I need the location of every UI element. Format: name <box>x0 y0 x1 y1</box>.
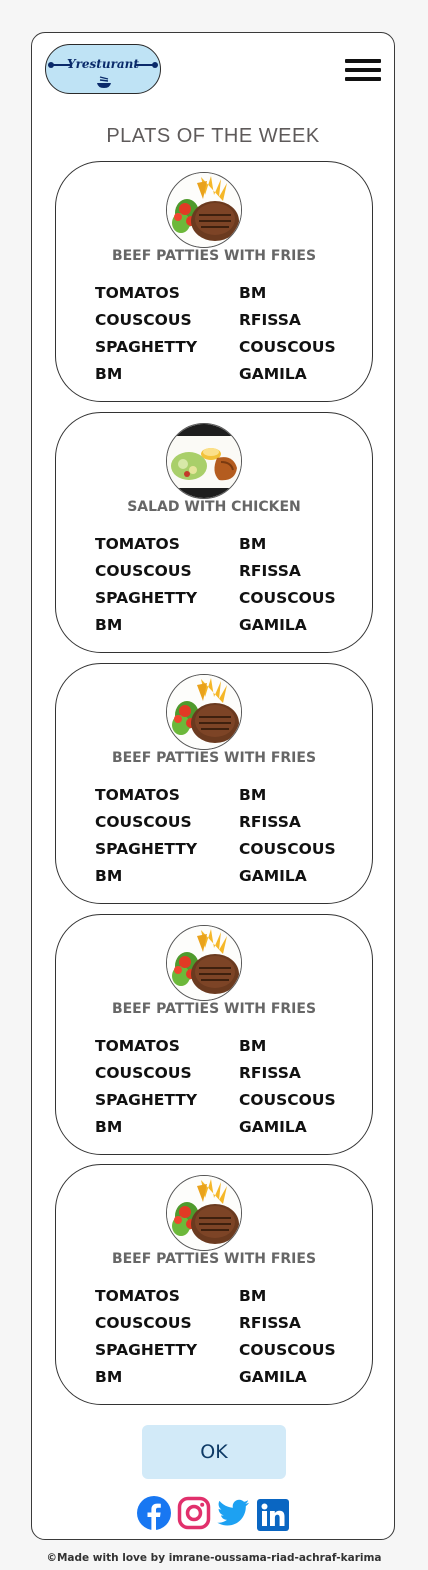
dish-item: BM <box>239 535 267 553</box>
twitter-icon[interactable] <box>216 1496 250 1530</box>
dish-item: SPAGHETTY <box>95 840 198 858</box>
dish-item: BM <box>95 1118 123 1136</box>
dish-item: GAMILA <box>239 1368 307 1386</box>
dish-item: BM <box>95 1368 123 1386</box>
dish-card[interactable]: BEEF PATTIES WITH FRIES TOMATOS BM COUSCOUS… <box>55 161 373 402</box>
dish-item: BM <box>239 786 267 804</box>
ok-button[interactable]: OK <box>142 1425 286 1479</box>
hamburger-menu-icon[interactable] <box>345 57 383 85</box>
dish-item: RFISSA <box>239 1064 301 1082</box>
dish-item: COUSCOUS <box>239 1341 336 1359</box>
dish-card[interactable]: SALAD WITH CHICKEN TOMATOS BM COUSCOUS RFISS… <box>55 412 373 653</box>
dish-item: GAMILA <box>239 867 307 885</box>
dish-item: COUSCOUS <box>239 840 336 858</box>
bowl-icon <box>97 76 111 88</box>
dish-item: BM <box>95 867 123 885</box>
dish-item: COUSCOUS <box>95 813 192 831</box>
dish-item: BM <box>239 284 267 302</box>
dish-item: GAMILA <box>239 365 307 383</box>
beef-patties-image <box>166 172 242 248</box>
salad-chicken-image <box>166 423 242 499</box>
dish-name: BEEF PATTIES WITH FRIES <box>111 1251 317 1267</box>
dish-item: BM <box>239 1287 267 1305</box>
dish-item: TOMATOS <box>95 284 180 302</box>
dish-item: BM <box>239 1037 267 1055</box>
dish-item: COUSCOUS <box>95 1064 192 1082</box>
logo[interactable]: Yresturant <box>45 44 161 94</box>
section-title: PLATS OF THE WEEK <box>106 125 320 147</box>
dish-item: SPAGHETTY <box>95 1091 198 1109</box>
dish-item: RFISSA <box>239 562 301 580</box>
dish-item: RFISSA <box>239 311 301 329</box>
dish-item: COUSCOUS <box>95 311 192 329</box>
beef-patties-image <box>166 1175 242 1251</box>
beef-patties-image <box>166 674 242 750</box>
dish-item: RFISSA <box>239 813 301 831</box>
dish-item: RFISSA <box>239 1314 301 1332</box>
dish-card[interactable]: BEEF PATTIES WITH FRIES TOMATOS BM COUSCOUS… <box>55 1164 373 1405</box>
dish-name: BEEF PATTIES WITH FRIES <box>111 248 317 264</box>
dish-item: GAMILA <box>239 616 307 634</box>
instagram-icon[interactable] <box>177 1496 211 1530</box>
dish-item: SPAGHETTY <box>95 338 198 356</box>
dish-item: COUSCOUS <box>239 338 336 356</box>
dish-item: COUSCOUS <box>239 1091 336 1109</box>
dish-item: SPAGHETTY <box>95 589 198 607</box>
dish-item: BM <box>95 616 123 634</box>
copyright-text: ©Made with love by imrane-oussama-riad-a… <box>46 1552 382 1564</box>
dish-card[interactable]: BEEF PATTIES WITH FRIES TOMATOS BM COUSCOUS… <box>55 663 373 904</box>
dish-item: COUSCOUS <box>239 589 336 607</box>
dish-item: COUSCOUS <box>95 562 192 580</box>
dish-item: TOMATOS <box>95 1037 180 1055</box>
dish-item: TOMATOS <box>95 786 180 804</box>
dish-item: TOMATOS <box>95 1287 180 1305</box>
linkedin-icon[interactable] <box>257 1499 289 1531</box>
dish-name: SALAD WITH CHICKEN <box>127 499 301 515</box>
dish-item: COUSCOUS <box>95 1314 192 1332</box>
dish-name: BEEF PATTIES WITH FRIES <box>111 750 317 766</box>
dish-item: SPAGHETTY <box>95 1341 198 1359</box>
dish-item: BM <box>95 365 123 383</box>
beef-patties-image <box>166 925 242 1001</box>
page-frame: Yresturant PLATS OF THE WEEK BEEF PATTIE… <box>31 32 395 1540</box>
dish-card[interactable]: BEEF PATTIES WITH FRIES TOMATOS BM COUSCOUS… <box>55 914 373 1155</box>
facebook-icon[interactable] <box>137 1496 171 1530</box>
dish-name: BEEF PATTIES WITH FRIES <box>111 1001 317 1017</box>
dish-item: GAMILA <box>239 1118 307 1136</box>
dish-item: TOMATOS <box>95 535 180 553</box>
